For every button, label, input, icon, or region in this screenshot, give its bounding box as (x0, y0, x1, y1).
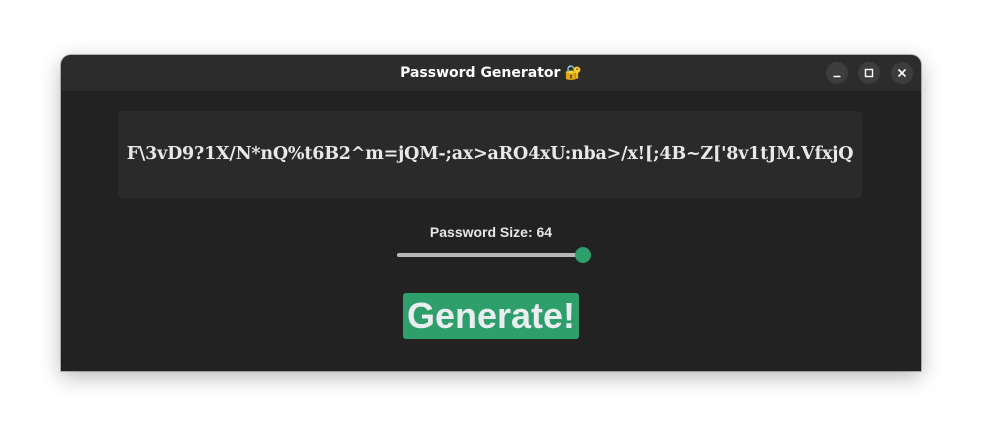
window-title: Password Generator 🔐 (61, 55, 921, 91)
window-title-text: Password Generator (400, 65, 561, 81)
title-bar[interactable]: Password Generator 🔐 (61, 55, 921, 91)
minimize-button[interactable] (826, 62, 848, 84)
lock-icon: 🔐 (564, 65, 582, 81)
generate-button[interactable]: Generate! (403, 293, 579, 339)
close-icon (897, 68, 907, 78)
password-text[interactable]: F\3vD9?1X/N*nQ%t6B2^m=jQM-;ax>aRO4xU:nba… (118, 111, 862, 198)
app-window: Password Generator 🔐 F\3vD9?1X/N*nQ%t6B2^… (61, 55, 921, 371)
password-size-label: Password Size: 64 (429, 224, 553, 240)
password-display: F\3vD9?1X/N*nQ%t6B2^m=jQM-;ax>aRO4xU:nba… (118, 111, 862, 198)
slider-thumb[interactable] (575, 247, 591, 263)
password-size-slider[interactable] (397, 247, 591, 263)
maximize-icon (864, 68, 874, 78)
minimize-icon (833, 75, 841, 78)
main-content: F\3vD9?1X/N*nQ%t6B2^m=jQM-;ax>aRO4xU:nba… (61, 91, 921, 371)
slider-fill (397, 253, 583, 257)
maximize-button[interactable] (858, 62, 880, 84)
slider-track[interactable] (397, 253, 583, 257)
close-button[interactable] (891, 62, 913, 84)
